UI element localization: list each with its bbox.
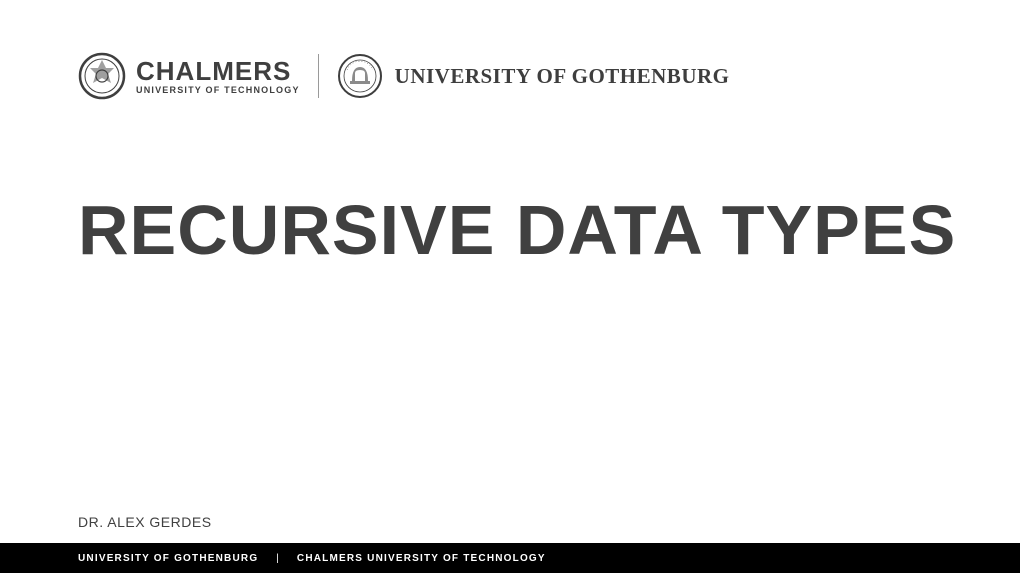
footer-separator: |	[276, 553, 279, 564]
slide-title: RECURSIVE DATA TYPES	[78, 190, 956, 270]
author-name: DR. ALEX GERDES	[78, 514, 212, 530]
chalmers-seal-icon	[78, 52, 126, 100]
chalmers-subtitle: UNIVERSITY OF TECHNOLOGY	[136, 86, 300, 95]
footer-right: CHALMERS UNIVERSITY OF TECHNOLOGY	[297, 553, 546, 564]
header-logos: CHALMERS UNIVERSITY OF TECHNOLOGY UNIVER…	[78, 52, 729, 100]
chalmers-name: CHALMERS	[136, 58, 300, 84]
footer-bar: UNIVERSITY OF GOTHENBURG | CHALMERS UNIV…	[0, 543, 1020, 573]
footer-left: UNIVERSITY OF GOTHENBURG	[78, 553, 258, 564]
chalmers-text: CHALMERS UNIVERSITY OF TECHNOLOGY	[136, 58, 300, 95]
gothenburg-seal-icon	[337, 53, 383, 99]
gothenburg-logo-block: UNIVERSITY OF GOTHENBURG	[337, 53, 730, 99]
gothenburg-name: UNIVERSITY OF GOTHENBURG	[395, 64, 730, 89]
logo-divider	[318, 54, 319, 98]
chalmers-logo-block: CHALMERS UNIVERSITY OF TECHNOLOGY	[78, 52, 300, 100]
